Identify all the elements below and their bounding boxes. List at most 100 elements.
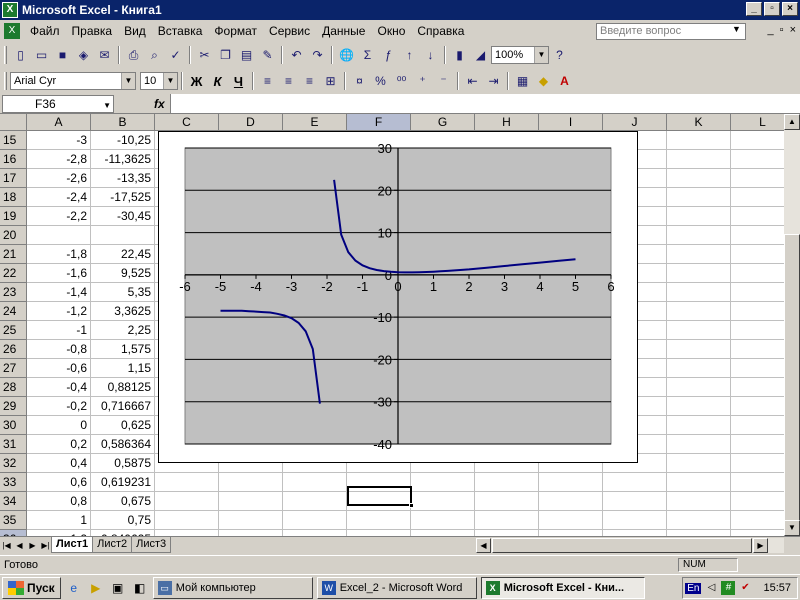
toolbar-grip[interactable] (4, 46, 7, 64)
column-header-k[interactable]: K (667, 114, 731, 131)
menu-file[interactable]: Файл (24, 21, 66, 41)
copy-icon[interactable]: ❐ (215, 45, 236, 65)
cell-a21[interactable]: -1,8 (27, 245, 91, 264)
cell-c35[interactable] (155, 511, 219, 530)
column-header-b[interactable]: B (91, 114, 155, 131)
cell-l20[interactable] (731, 226, 784, 245)
cell-k26[interactable] (667, 340, 731, 359)
row-header[interactable]: 19 (0, 207, 27, 226)
cell-l15[interactable] (731, 131, 784, 150)
sort-descending-icon[interactable]: ↓ (420, 45, 441, 65)
cell-l30[interactable] (731, 416, 784, 435)
cell-k33[interactable] (667, 473, 731, 492)
cell-j35[interactable] (603, 511, 667, 530)
row-header[interactable]: 32 (0, 454, 27, 473)
chevron-down-icon[interactable]: ▼ (121, 73, 135, 89)
cell-l28[interactable] (731, 378, 784, 397)
cell-a26[interactable]: -0,8 (27, 340, 91, 359)
row-header[interactable]: 34 (0, 492, 27, 511)
row-header[interactable]: 33 (0, 473, 27, 492)
row-header[interactable]: 30 (0, 416, 27, 435)
cell-l19[interactable] (731, 207, 784, 226)
cell-l18[interactable] (731, 188, 784, 207)
cell-a17[interactable]: -2,6 (27, 169, 91, 188)
cell-d35[interactable] (219, 511, 283, 530)
cell-l24[interactable] (731, 302, 784, 321)
cell-b27[interactable]: 1,15 (91, 359, 155, 378)
cell-l33[interactable] (731, 473, 784, 492)
sort-ascending-icon[interactable]: ↑ (399, 45, 420, 65)
language-indicator[interactable]: En (685, 582, 702, 594)
cell-a35[interactable]: 1 (27, 511, 91, 530)
cell-a20[interactable] (27, 226, 91, 245)
sheet-tab-2[interactable]: Лист2 (92, 537, 133, 553)
cell-b20[interactable] (91, 226, 155, 245)
cell-b18[interactable]: -17,525 (91, 188, 155, 207)
column-header-c[interactable]: C (155, 114, 219, 131)
cell-k22[interactable] (667, 264, 731, 283)
row-header[interactable]: 28 (0, 378, 27, 397)
chevron-down-icon[interactable]: ▼ (732, 24, 741, 34)
menu-window[interactable]: Окно (371, 21, 411, 41)
align-center-icon[interactable]: ≡ (278, 71, 299, 91)
print-preview-icon[interactable]: ⌕ (144, 45, 165, 65)
scroll-right-button[interactable]: ▶ (753, 538, 768, 553)
cell-k23[interactable] (667, 283, 731, 302)
row-header[interactable]: 26 (0, 340, 27, 359)
row-header[interactable]: 27 (0, 359, 27, 378)
cell-k25[interactable] (667, 321, 731, 340)
horizontal-scrollbar[interactable]: ◀ ▶ (476, 538, 784, 553)
selected-cell[interactable] (347, 486, 414, 508)
cell-a22[interactable]: -1,6 (27, 264, 91, 283)
cell-l32[interactable] (731, 454, 784, 473)
sheet-tab-1[interactable]: Лист1 (51, 537, 94, 553)
cell-j34[interactable] (603, 492, 667, 511)
row-header[interactable]: 29 (0, 397, 27, 416)
cell-b35[interactable]: 0,75 (91, 511, 155, 530)
cell-b28[interactable]: 0,88125 (91, 378, 155, 397)
cell-k19[interactable] (667, 207, 731, 226)
chart-area[interactable]: -6 -5 -4 -3 -2 -1 0 1 2 3 4 5 6 30 20 10 0 -10 -20 -30 -40 (158, 131, 638, 463)
cell-l26[interactable] (731, 340, 784, 359)
cell-i35[interactable] (539, 511, 603, 530)
cell-b15[interactable]: -10,25 (91, 131, 155, 150)
row-header[interactable]: 25 (0, 321, 27, 340)
task-word[interactable]: W Excel_2 - Microsoft Word (316, 576, 477, 599)
cell-d33[interactable] (219, 473, 283, 492)
cell-e34[interactable] (283, 492, 347, 511)
cell-l25[interactable] (731, 321, 784, 340)
media-player-icon[interactable]: ▶ (87, 579, 105, 597)
open-folder-icon[interactable]: ▭ (31, 45, 52, 65)
sheet-tab-3[interactable]: Лист3 (131, 537, 172, 553)
cell-b22[interactable]: 9,525 (91, 264, 155, 283)
network-icon[interactable]: ◧ (131, 579, 149, 597)
cell-k34[interactable] (667, 492, 731, 511)
column-header-g[interactable]: G (411, 114, 475, 131)
cell-c33[interactable] (155, 473, 219, 492)
cell-k30[interactable] (667, 416, 731, 435)
maximize-button[interactable]: ▫ (764, 2, 780, 16)
cell-b31[interactable]: 0,586364 (91, 435, 155, 454)
worksheet-grid[interactable]: ABCDEFGHIJKL 15 -3 -10,25 16 -2,8 -11,3625 17-… (0, 114, 784, 536)
cell-l17[interactable] (731, 169, 784, 188)
doc-restore-button[interactable]: ▫ (780, 24, 784, 36)
name-box[interactable]: F36 ▼ (2, 94, 114, 113)
ask-question-input[interactable]: Введите вопрос (596, 23, 746, 40)
paste-icon[interactable]: ▤ (236, 45, 257, 65)
row-header[interactable]: 22 (0, 264, 27, 283)
cell-c34[interactable] (155, 492, 219, 511)
comma-style-icon[interactable]: ⁰⁰ (391, 71, 412, 91)
cell-l23[interactable] (731, 283, 784, 302)
cell-a33[interactable]: 0,6 (27, 473, 91, 492)
hyperlink-icon[interactable]: 🌐 (336, 45, 357, 65)
align-left-icon[interactable]: ≡ (257, 71, 278, 91)
cell-k35[interactable] (667, 511, 731, 530)
doc-minimize-button[interactable]: _ (768, 24, 774, 36)
fill-handle[interactable] (409, 503, 414, 508)
cell-a16[interactable]: -2,8 (27, 150, 91, 169)
cell-g35[interactable] (411, 511, 475, 530)
column-header-a[interactable]: A (27, 114, 91, 131)
insert-function-icon[interactable]: fx (154, 97, 165, 111)
cell-k29[interactable] (667, 397, 731, 416)
cell-k21[interactable] (667, 245, 731, 264)
